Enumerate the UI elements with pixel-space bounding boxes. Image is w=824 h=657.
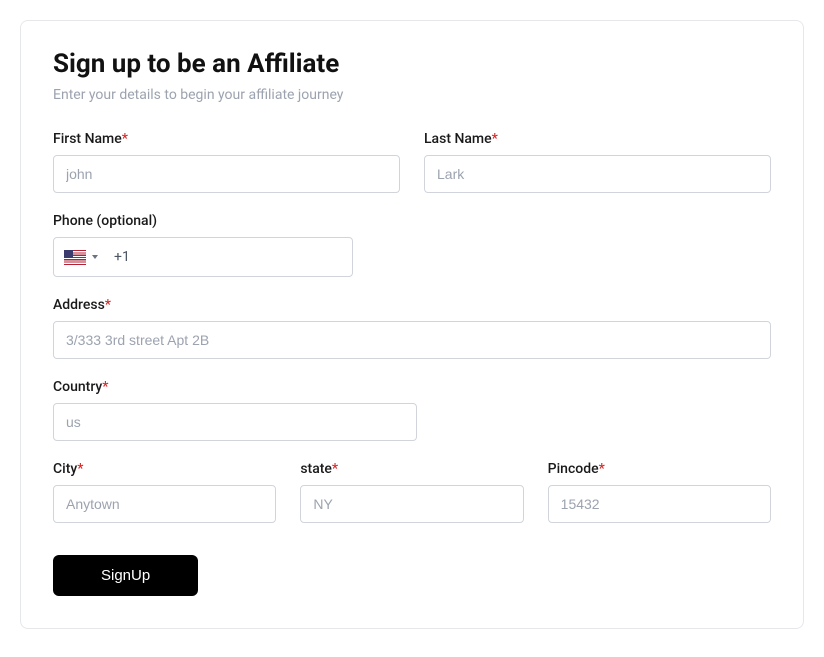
- chevron-down-icon: [92, 255, 98, 259]
- required-asterisk: *: [102, 379, 108, 395]
- dial-code: +1: [106, 249, 130, 265]
- country-field: Country*: [53, 379, 417, 441]
- required-asterisk: *: [105, 297, 111, 313]
- country-label-text: Country: [53, 379, 102, 395]
- country-input[interactable]: [53, 403, 417, 441]
- pincode-field: Pincode*: [548, 461, 771, 523]
- first-name-label: First Name*: [53, 131, 400, 147]
- pincode-label-text: Pincode: [548, 461, 599, 477]
- city-state-zip-row: City* state* Pincode*: [53, 461, 771, 523]
- required-asterisk: *: [599, 461, 605, 477]
- state-label: state*: [300, 461, 523, 477]
- phone-input-wrap: +1: [53, 237, 353, 277]
- last-name-field: Last Name*: [424, 131, 771, 193]
- address-label: Address*: [53, 297, 771, 313]
- name-row: First Name* Last Name*: [53, 131, 771, 193]
- phone-country-selector[interactable]: [54, 250, 106, 265]
- state-label-text: state: [300, 461, 332, 477]
- required-asterisk: *: [77, 461, 83, 477]
- first-name-input[interactable]: [53, 155, 400, 193]
- phone-field: Phone (optional) +1: [53, 213, 353, 277]
- address-label-text: Address: [53, 297, 105, 313]
- first-name-label-text: First Name: [53, 131, 122, 147]
- pincode-label: Pincode*: [548, 461, 771, 477]
- city-label: City*: [53, 461, 276, 477]
- country-row: Country*: [53, 379, 771, 441]
- required-asterisk: *: [492, 131, 498, 147]
- pincode-input[interactable]: [548, 485, 771, 523]
- signup-button[interactable]: SignUp: [53, 555, 198, 596]
- address-row: Address*: [53, 297, 771, 359]
- country-label: Country*: [53, 379, 417, 395]
- page-title: Sign up to be an Affiliate: [53, 49, 771, 79]
- first-name-field: First Name*: [53, 131, 400, 193]
- signup-card: Sign up to be an Affiliate Enter your de…: [20, 20, 804, 629]
- last-name-label-text: Last Name: [424, 131, 492, 147]
- phone-input[interactable]: [130, 249, 352, 265]
- required-asterisk: *: [122, 131, 128, 147]
- address-input[interactable]: [53, 321, 771, 359]
- us-flag-icon: [64, 250, 86, 265]
- last-name-input[interactable]: [424, 155, 771, 193]
- last-name-label: Last Name*: [424, 131, 771, 147]
- city-field: City*: [53, 461, 276, 523]
- page-subtitle: Enter your details to begin your affilia…: [53, 87, 771, 103]
- phone-row: Phone (optional) +1: [53, 213, 771, 277]
- state-field: state*: [300, 461, 523, 523]
- required-asterisk: *: [332, 461, 338, 477]
- city-label-text: City: [53, 461, 77, 477]
- state-input[interactable]: [300, 485, 523, 523]
- city-input[interactable]: [53, 485, 276, 523]
- phone-label: Phone (optional): [53, 213, 353, 229]
- address-field: Address*: [53, 297, 771, 359]
